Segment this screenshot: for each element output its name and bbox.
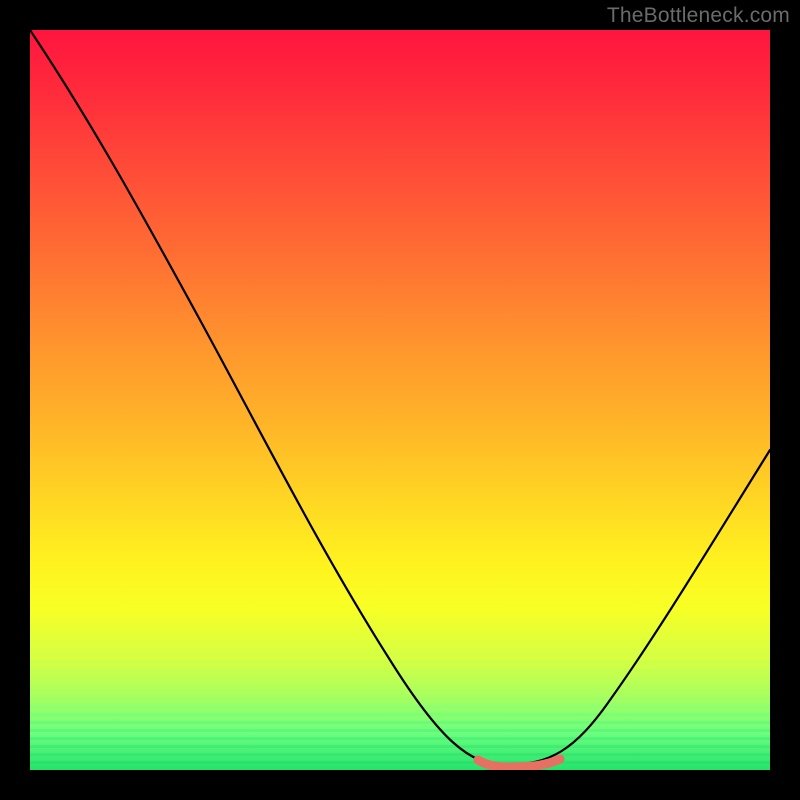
curve-svg xyxy=(30,30,770,770)
optimal-range-marker xyxy=(478,759,560,767)
plot-area xyxy=(30,30,770,770)
watermark-text: TheBottleneck.com xyxy=(607,4,790,28)
chart-frame: TheBottleneck.com xyxy=(0,0,800,800)
bottleneck-curve xyxy=(30,30,770,765)
